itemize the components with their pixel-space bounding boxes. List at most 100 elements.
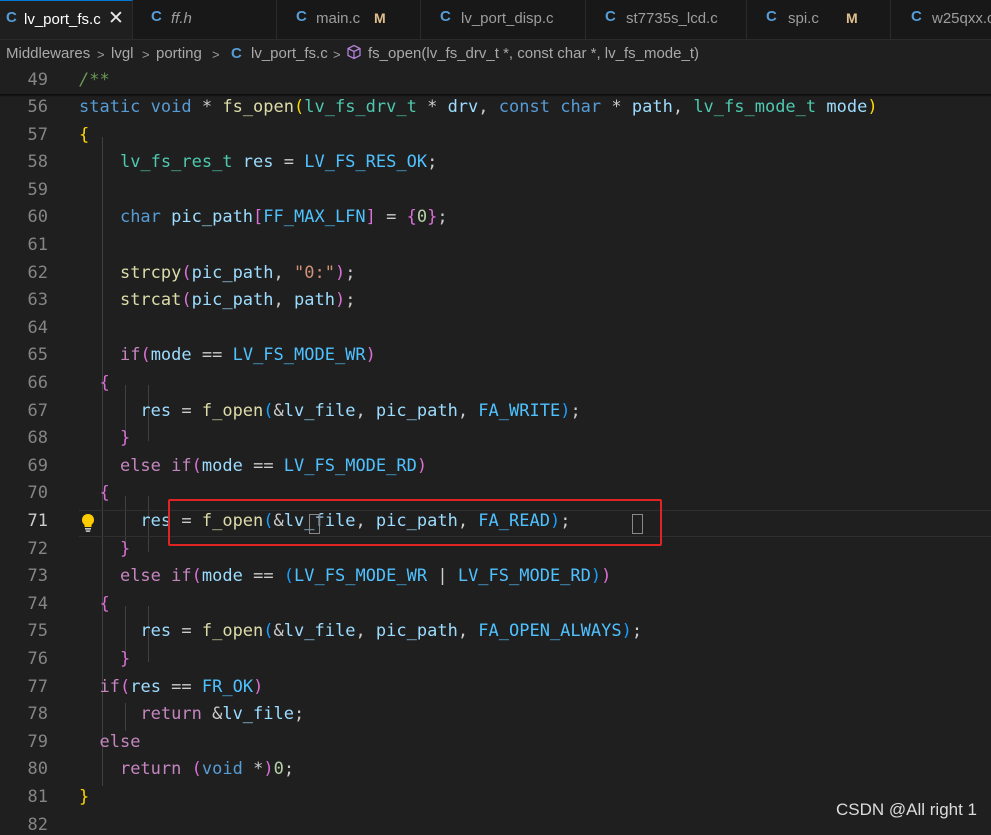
code-line[interactable]: {	[79, 373, 110, 393]
line-number: 64	[27, 318, 48, 338]
code-token: ,	[355, 401, 376, 421]
line-number: 57	[27, 125, 48, 145]
code-line[interactable]: else	[79, 732, 140, 752]
code-line[interactable]: }	[79, 787, 89, 807]
code-line[interactable]: else if(mode == (LV_FS_MODE_WR | LV_FS_M…	[79, 566, 611, 586]
tab-st7735s-lcd[interactable]: C st7735s_lcd.c	[586, 0, 747, 39]
code-token: void	[150, 97, 192, 117]
breadcrumb-lvgl[interactable]: lvgl	[111, 45, 134, 62]
tab-ff-h[interactable]: C ff.h	[133, 0, 277, 39]
code-line[interactable]: if(res == FR_OK)	[79, 677, 263, 697]
code-line[interactable]: res = f_open(&lv_file, pic_path, FA_OPEN…	[79, 621, 642, 641]
code-line[interactable]: static void * fs_open(lv_fs_drv_t * drv,…	[79, 97, 878, 117]
code-token: (	[140, 345, 151, 365]
code-token: pic_path	[191, 263, 274, 283]
code-token: }	[427, 207, 438, 227]
code-token: f_open	[201, 401, 264, 421]
code-token: )	[590, 566, 602, 586]
line-number: 81	[27, 787, 48, 807]
tab-main-c[interactable]: C main.c M	[277, 0, 421, 39]
code-token: res	[140, 511, 172, 531]
code-line[interactable]: return (void *)0;	[79, 759, 294, 779]
code-token: (	[191, 566, 202, 586]
line-number: 66	[27, 373, 48, 393]
line-number: 74	[27, 594, 48, 614]
breadcrumb-porting[interactable]: porting	[156, 45, 202, 62]
code-line[interactable]: if(mode == LV_FS_MODE_WR)	[79, 345, 376, 365]
code-editor[interactable]: 49 /** 56 static void * fs_open(lv_fs_drv…	[0, 68, 991, 835]
highlight-annotation-box	[168, 499, 662, 546]
code-line[interactable]: return &lv_file;	[79, 704, 304, 724]
code-token: )	[263, 759, 274, 779]
code-line[interactable]: }	[79, 539, 130, 559]
tab-lv-port-disp[interactable]: C lv_port_disp.c	[421, 0, 586, 39]
code-token: }	[119, 428, 131, 448]
close-icon[interactable]: ✕	[108, 7, 124, 30]
breadcrumb-file[interactable]: lv_port_fs.c	[251, 45, 328, 62]
code-token: void	[201, 759, 243, 779]
code-line[interactable]: res = f_open(&lv_file, pic_path, FA_WRIT…	[79, 401, 580, 421]
line-number: 59	[27, 180, 48, 200]
tab-lv-port-fs[interactable]: C lv_port_fs.c ✕	[0, 0, 133, 39]
code-token: ,	[355, 621, 376, 641]
code-token: if	[171, 456, 192, 476]
code-line[interactable]: }	[79, 649, 130, 669]
code-token: )	[365, 345, 376, 365]
code-token: const	[498, 97, 550, 117]
tab-label: spi.c	[788, 10, 819, 27]
code-token: LV_FS_MODE_RD	[457, 566, 591, 586]
lightbulb-icon[interactable]	[79, 512, 97, 534]
code-token: LV_FS_RES_OK	[304, 152, 428, 172]
breadcrumb-symbol[interactable]: fs_open(lv_fs_drv_t *, const char *, lv_…	[368, 45, 699, 62]
tab-w25qxx-c[interactable]: C w25qxx.c	[891, 0, 991, 39]
c-file-icon: C	[6, 9, 17, 26]
code-line[interactable]: {	[79, 483, 109, 503]
code-token: pic_path	[171, 207, 254, 227]
code-line[interactable]: else if(mode == LV_FS_MODE_RD)	[79, 456, 427, 476]
code-token: )	[601, 566, 612, 586]
code-token: mode	[201, 456, 243, 476]
chevron-right-icon: >	[333, 47, 341, 62]
line-number: 79	[27, 732, 48, 752]
code-token: FR_OK	[201, 677, 254, 697]
code-token: [	[253, 207, 264, 227]
code-token: LV_FS_MODE_RD	[283, 456, 417, 476]
code-token: lv_fs_mode_t	[693, 97, 817, 117]
code-token: )	[253, 677, 264, 697]
sticky-line-code: /**	[79, 70, 110, 90]
code-token: (	[119, 677, 131, 697]
code-token: =	[273, 152, 305, 172]
code-line[interactable]: strcpy(pic_path, "0:");	[79, 263, 356, 283]
code-token: &	[201, 704, 223, 724]
code-token: pic_path	[375, 621, 458, 641]
line-number: 71	[27, 511, 48, 531]
tab-label: lv_port_disp.c	[461, 10, 554, 27]
code-token: LV_FS_MODE_WR	[232, 345, 366, 365]
code-token: *	[191, 97, 223, 117]
code-line[interactable]: {	[79, 594, 109, 614]
code-token: if	[119, 345, 141, 365]
code-line[interactable]: char pic_path[FF_MAX_LFN] = {0};	[79, 207, 448, 227]
code-token: =	[171, 621, 202, 641]
code-token: {	[99, 373, 110, 393]
code-line[interactable]: strcat(pic_path, path);	[79, 290, 356, 310]
code-token: else	[119, 566, 161, 586]
tab-spi-c[interactable]: C spi.c M	[747, 0, 891, 39]
code-token: )	[416, 456, 428, 476]
breadcrumb-middlewares[interactable]: Middlewares	[6, 45, 90, 62]
code-token: res	[130, 677, 161, 697]
watermark: CSDN @All right 1	[836, 800, 978, 819]
code-line[interactable]: {	[79, 125, 89, 145]
code-line[interactable]: lv_fs_res_t res = LV_FS_RES_OK;	[79, 152, 437, 172]
line-number: 73	[27, 566, 48, 586]
line-number: 69	[27, 456, 48, 476]
code-line[interactable]: }	[79, 428, 130, 448]
code-token: |	[427, 566, 458, 586]
